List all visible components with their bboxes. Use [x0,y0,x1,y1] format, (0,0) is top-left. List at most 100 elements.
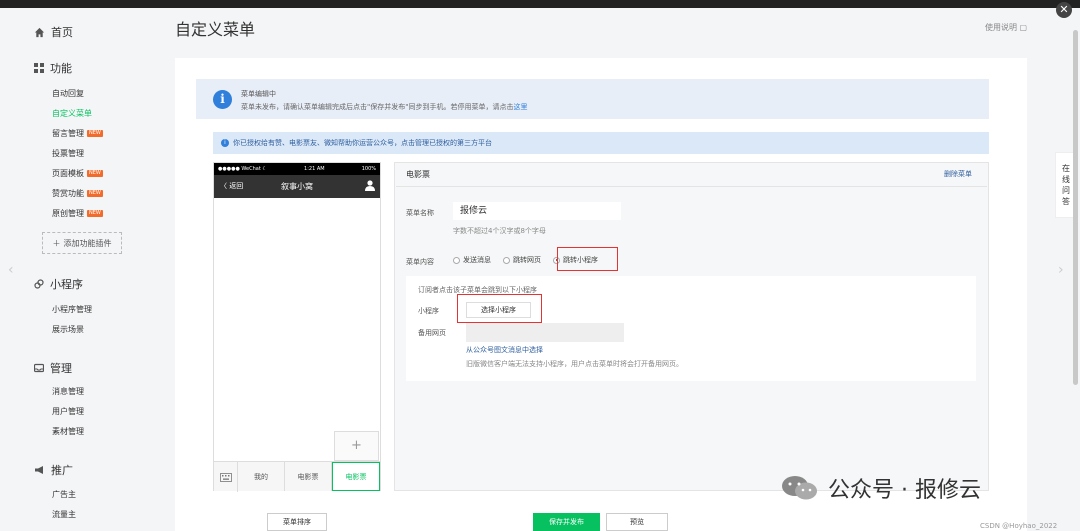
add-plugin-button[interactable]: ＋添加功能插件 [42,232,122,254]
watermark-text: 公众号 · 报修云 [828,478,981,503]
radio-send-message[interactable]: 发送消息 [453,255,491,265]
select-from-articles-link[interactable]: 从公众号图文消息中选择 [466,345,543,355]
scrollbar[interactable] [1073,30,1078,385]
sidebar-item-advertiser[interactable]: 广告主 [52,489,76,500]
qa-char: 问 [1062,186,1070,195]
sidebar-item-home[interactable]: 首页 [34,24,73,40]
sidebar-item-label: 投票管理 [52,149,84,158]
divider [396,186,987,187]
menu-sort-button[interactable]: 菜单排序 [267,513,327,531]
radio-circle [503,256,510,264]
new-badge: NEW [87,210,103,217]
sidebar-item-scenes[interactable]: 展示场景 [52,324,84,335]
sidebar-section-features[interactable]: 功能 [34,60,72,76]
sidebar-item-label: 展示场景 [52,325,84,334]
info-icon: i [213,90,232,109]
help-link[interactable]: 使用说明 ▢ [985,22,1027,33]
wechat-icon [782,476,817,500]
watermark: 公众号 · 报修云 [780,472,981,504]
add-plugin-label: 添加功能插件 [63,238,112,248]
highlight-box [557,247,618,271]
sidebar-item-custom-menu[interactable]: 自定义菜单 [52,108,92,119]
save-publish-button[interactable]: 保存并发布 [533,513,600,531]
chevron-left-icon[interactable]: ‹ [8,262,14,278]
phone-header: 〈 返回 叙事小窝 [214,175,380,198]
radio-circle [453,256,460,264]
radio-label: 跳转网页 [513,256,541,264]
new-badge: NEW [87,130,103,137]
keyboard-icon[interactable] [214,462,238,492]
sidebar-item-label: 页面模板 [52,169,84,178]
window-top-bar [0,0,1080,8]
sidebar-item-label: 广告主 [52,490,76,499]
status-carrier: ●●●●● WeChat ☾ [218,166,267,172]
new-badge: NEW [87,190,103,197]
chevron-right-icon[interactable]: › [1058,262,1064,278]
info-icon: i [221,139,229,147]
doc-icon: ▢ [1019,23,1028,32]
sidebar-section-label: 管理 [50,362,72,375]
preview-button[interactable]: 预览 [606,513,668,531]
phone-menu-item-movie[interactable]: 电影票 [285,462,332,491]
phone-status-bar: ●●●●● WeChat ☾ 1:21 AM 100% [214,163,380,175]
home-icon [34,27,45,37]
sidebar-item-page-templates[interactable]: 页面模板 NEW [52,168,103,179]
sidebar-item-materials[interactable]: 素材管理 [52,426,84,437]
sidebar-item-original[interactable]: 原创管理 NEW [52,208,103,219]
auth-notice[interactable]: i 你已授权给有赞、电影票友、微知帮助你运营公众号，点击管理已授权的第三方平台 [213,132,989,154]
sidebar-section-label: 推广 [51,464,73,477]
sidebar-item-reward[interactable]: 赞赏功能 NEW [52,188,103,199]
phone-menu-item-movie-selected[interactable]: 电影票 [332,462,380,491]
phone-menu-bar: 我的 电影票 电影票 [214,461,380,492]
close-icon[interactable]: ✕ [1056,2,1072,18]
page-title: 自定义菜单 [175,20,256,39]
help-label: 使用说明 [985,23,1017,32]
sidebar-item-messages[interactable]: 消息管理 [52,386,84,397]
compat-hint: 旧版微信客户端无法支持小程序，用户点击菜单时将会打开备用网页。 [466,360,683,368]
notice-text: 菜单未发布，请确认菜单编辑完成后点击"保存并发布"同步到手机。若停用菜单，请点击… [241,102,527,112]
sidebar-item-auto-reply[interactable]: 自动回复 [52,88,84,99]
new-badge: NEW [87,170,103,177]
sidebar: 首页 功能 自动回复 自定义菜单 留言管理 NEW 投票管理 页面模板 NEW 赞赏… [0,8,160,531]
sidebar-section-miniprogram[interactable]: 小程序 [34,276,83,292]
sidebar-section-label: 小程序 [50,278,83,291]
sidebar-item-label: 自定义菜单 [52,109,92,118]
sidebar-item-users[interactable]: 用户管理 [52,406,84,417]
plus-icon: ＋ [52,238,61,248]
sidebar-item-label: 用户管理 [52,407,84,416]
delete-menu-link[interactable]: 删除菜单 [944,169,972,179]
sidebar-section-label: 功能 [50,62,72,75]
menu-content-label: 菜单内容 [406,258,434,266]
sidebar-home-label: 首页 [51,26,73,39]
sidebar-item-comments[interactable]: 留言管理 NEW [52,128,103,139]
grid-icon [34,63,44,73]
sidebar-section-promotion[interactable]: 推广 [34,462,73,478]
sidebar-item-label: 留言管理 [52,129,84,138]
sidebar-item-label: 赞赏功能 [52,189,84,198]
qa-char: 答 [1062,197,1070,206]
editor-title: 电影票 [406,170,430,179]
auth-notice-text: 你已授权给有赞、电影票友、微知帮助你运营公众号，点击管理已授权的第三方平台 [233,139,492,147]
radio-jump-webpage[interactable]: 跳转网页 [503,255,541,265]
phone-account-name: 叙事小窝 [281,182,313,191]
inbox-icon [34,363,44,373]
radio-label: 发送消息 [463,256,491,264]
sidebar-section-manage[interactable]: 管理 [34,360,72,376]
status-time: 1:21 AM [304,166,325,172]
sidebar-item-publisher[interactable]: 流量主 [52,509,76,520]
megaphone-icon [35,466,43,474]
sidebar-item-label: 流量主 [52,510,76,519]
backup-page-input[interactable] [466,323,624,342]
highlight-box [457,294,542,323]
phone-menu-item-mine[interactable]: 我的 [238,462,285,491]
sidebar-item-label: 自动回复 [52,89,84,98]
editing-notice [196,79,989,119]
sidebar-item-miniprogram-manage[interactable]: 小程序管理 [52,304,92,315]
notice-text-body: 菜单未发布，请确认菜单编辑完成后点击"保存并发布"同步到手机。若停用菜单，请点击 [241,103,514,111]
add-submenu-button[interactable]: + [334,431,379,461]
user-icon [365,180,375,191]
sidebar-item-votes[interactable]: 投票管理 [52,148,84,159]
menu-name-input[interactable]: 报修云 [453,202,621,220]
disable-menu-link[interactable]: 这里 [513,103,527,111]
menu-name-hint: 字数不超过4个汉字或8个字母 [453,227,546,235]
